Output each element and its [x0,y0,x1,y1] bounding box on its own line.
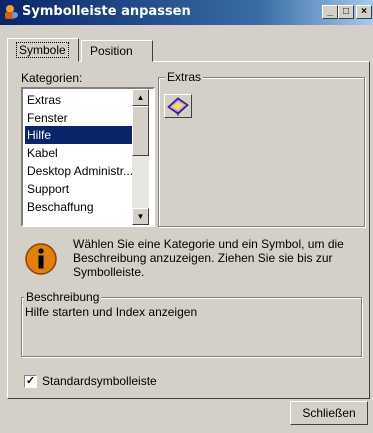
list-item-support[interactable]: Support [25,180,140,198]
categories-scrollbar[interactable]: ▲ ▼ [132,89,149,225]
tab-position[interactable]: Position [81,40,153,62]
description-label: Beschreibung [24,290,102,304]
standard-toolbar-checkbox[interactable]: ✓ [24,375,37,388]
tab-symbole-label: Symbole [16,42,69,58]
help-book-icon [167,97,189,116]
window-title: Symbolleiste anpassen [22,4,191,19]
title-bar[interactable]: Symbolleiste anpassen _ □ × [0,0,373,25]
scroll-up-button[interactable]: ▲ [132,89,149,106]
extras-group-label: Extras [165,70,204,84]
tab-position-label: Position [90,44,133,58]
info-text: Wählen Sie eine Kategorie und ein Symbol… [73,237,344,279]
tab-symbole[interactable]: Symbole [7,38,79,62]
scroll-down-button[interactable]: ▼ [132,208,149,225]
maximize-button[interactable]: □ [338,5,354,19]
toolbar-app-icon [5,5,18,19]
close-button[interactable]: Schließen [290,401,368,425]
list-item-desktop-administration[interactable]: Desktop Administr... [25,162,140,180]
close-window-button[interactable]: × [356,5,372,19]
minimize-button[interactable]: _ [322,5,338,19]
list-item-kabel[interactable]: Kabel [25,144,140,162]
help-book-button[interactable] [164,94,192,118]
list-item-extras[interactable]: Extras [25,91,140,109]
description-text: Hilfe starten und Index anzeigen [25,305,198,319]
list-item-fenster[interactable]: Fenster [25,109,140,127]
list-item-hilfe[interactable]: Hilfe [25,126,140,144]
dialog-window: Symbolleiste anpassen _ □ × Symbole Posi… [0,0,373,433]
list-item-beschaffung[interactable]: Beschaffung [25,198,140,216]
scroll-thumb[interactable] [132,106,149,156]
standard-toolbar-label[interactable]: Standardsymbolleiste [42,374,157,388]
info-icon [25,243,57,275]
categories-label: Kategorien: [21,71,83,85]
